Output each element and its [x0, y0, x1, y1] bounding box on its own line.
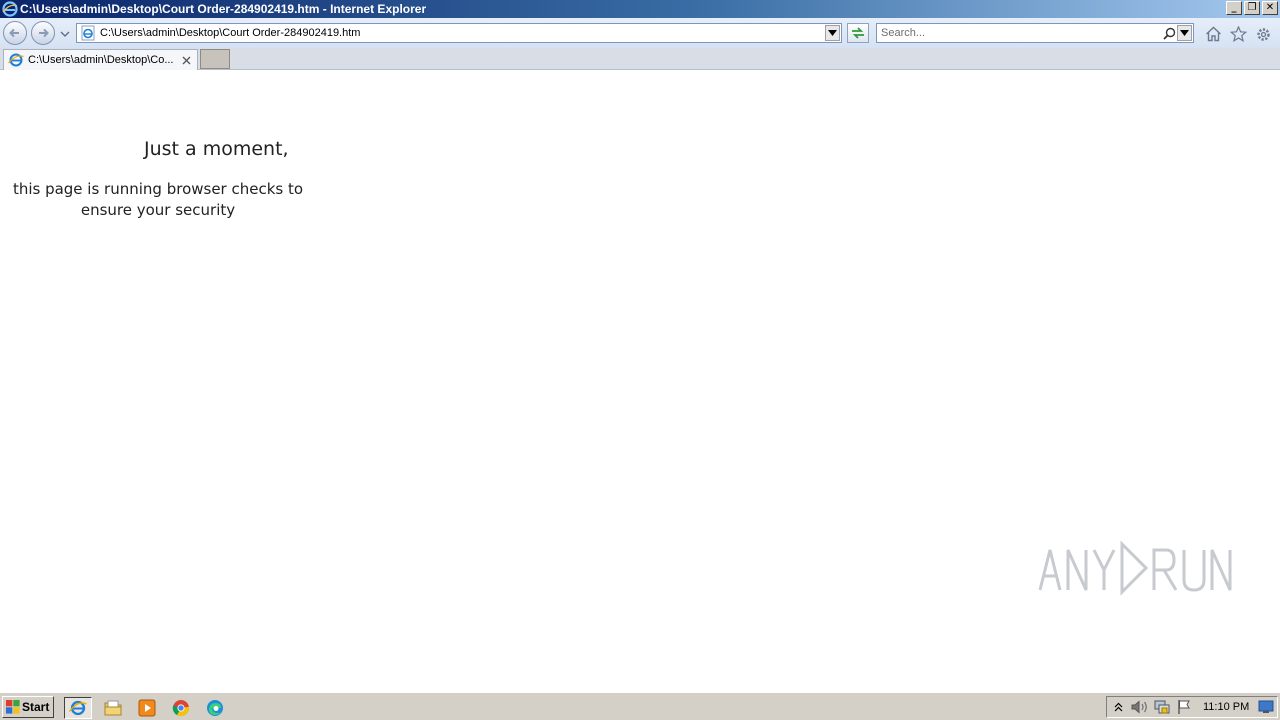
- page-ie-icon: [81, 25, 95, 41]
- minimize-button[interactable]: _: [1226, 1, 1242, 15]
- window-title: C:\Users\admin\Desktop\Court Order-28490…: [20, 2, 427, 16]
- desktop-icon: [1258, 700, 1274, 713]
- taskbar-file-explorer[interactable]: [99, 697, 127, 719]
- taskbar-internet-explorer[interactable]: [64, 697, 92, 719]
- folder-icon: [104, 700, 122, 716]
- forward-button[interactable]: [31, 21, 55, 45]
- recent-pages-dropdown-icon[interactable]: [60, 29, 70, 39]
- internet-explorer-icon: [69, 700, 87, 716]
- home-icon: [1206, 26, 1221, 42]
- show-hidden-icons-button[interactable]: [1107, 697, 1129, 717]
- navigation-toolbar: C:\Users\admin\Desktop\Court Order-28490…: [0, 18, 1280, 48]
- taskbar-chrome[interactable]: [167, 697, 195, 719]
- search-box[interactable]: [876, 23, 1194, 43]
- search-input[interactable]: [877, 25, 1161, 41]
- home-button[interactable]: [1204, 25, 1223, 43]
- media-player-icon: [138, 699, 156, 717]
- star-icon: [1230, 26, 1247, 42]
- refresh-icon: [852, 27, 864, 39]
- close-window-button[interactable]: ✕: [1262, 1, 1278, 15]
- internet-explorer-icon: [2, 1, 18, 17]
- close-icon: [182, 56, 190, 64]
- page-message: this page is running browser checks to e…: [8, 179, 308, 221]
- command-icons: [1204, 25, 1273, 43]
- close-tab-button[interactable]: [179, 53, 193, 67]
- search-provider-dropdown[interactable]: [1177, 25, 1192, 41]
- page-heading: Just a moment,: [144, 138, 289, 160]
- gear-icon: [1257, 27, 1270, 41]
- windows-logo-icon: [6, 700, 20, 714]
- tab-row: C:\Users\admin\Desktop\Co...: [0, 48, 1280, 70]
- title-bar: C:\Users\admin\Desktop\Court Order-28490…: [0, 0, 1280, 18]
- start-label: Start: [22, 700, 50, 714]
- system-tray: 11:10 PM: [1106, 696, 1278, 718]
- taskbar: Start 11:10 PM: [0, 692, 1280, 720]
- chrome-icon: [172, 700, 190, 717]
- edge-icon: [207, 700, 223, 716]
- show-desktop-button[interactable]: [1255, 697, 1277, 717]
- message-line-2: ensure your security: [80, 201, 236, 219]
- taskbar-media-player[interactable]: [133, 697, 161, 719]
- flag-icon: [1178, 700, 1190, 714]
- volume-button[interactable]: [1129, 697, 1151, 717]
- back-button[interactable]: [3, 21, 27, 45]
- anyrun-watermark-logo: [1038, 540, 1232, 596]
- address-bar[interactable]: C:\Users\admin\Desktop\Court Order-28490…: [76, 23, 842, 43]
- address-dropdown-button[interactable]: [825, 25, 840, 41]
- search-icon: [1162, 27, 1175, 40]
- favorites-button[interactable]: [1229, 25, 1248, 43]
- internet-explorer-icon: [8, 53, 24, 67]
- taskbar-edge[interactable]: [201, 697, 229, 719]
- tab-court-order[interactable]: C:\Users\admin\Desktop\Co...: [3, 49, 198, 70]
- clock[interactable]: 11:10 PM: [1203, 701, 1249, 713]
- new-tab-button[interactable]: [200, 49, 230, 69]
- speaker-icon: [1131, 700, 1147, 714]
- start-button[interactable]: Start: [2, 696, 54, 718]
- address-url[interactable]: C:\Users\admin\Desktop\Court Order-28490…: [100, 27, 825, 39]
- restore-button[interactable]: ❐: [1244, 1, 1260, 15]
- message-line-1: this page is running browser checks to: [12, 180, 304, 198]
- back-arrow-icon: [9, 28, 19, 38]
- network-icon: [1154, 700, 1170, 714]
- search-button[interactable]: [1161, 25, 1177, 41]
- refresh-button[interactable]: [847, 23, 869, 43]
- chevron-down-icon: [1180, 30, 1189, 36]
- tools-button[interactable]: [1254, 25, 1273, 43]
- window-controls: _ ❐ ✕: [1226, 1, 1278, 15]
- chevron-up-icon: [1114, 702, 1122, 712]
- forward-arrow-icon: [39, 28, 49, 38]
- action-center-button[interactable]: [1173, 697, 1195, 717]
- tab-title: C:\Users\admin\Desktop\Co...: [28, 54, 174, 66]
- network-button[interactable]: [1151, 697, 1173, 717]
- chevron-down-icon: [828, 30, 837, 36]
